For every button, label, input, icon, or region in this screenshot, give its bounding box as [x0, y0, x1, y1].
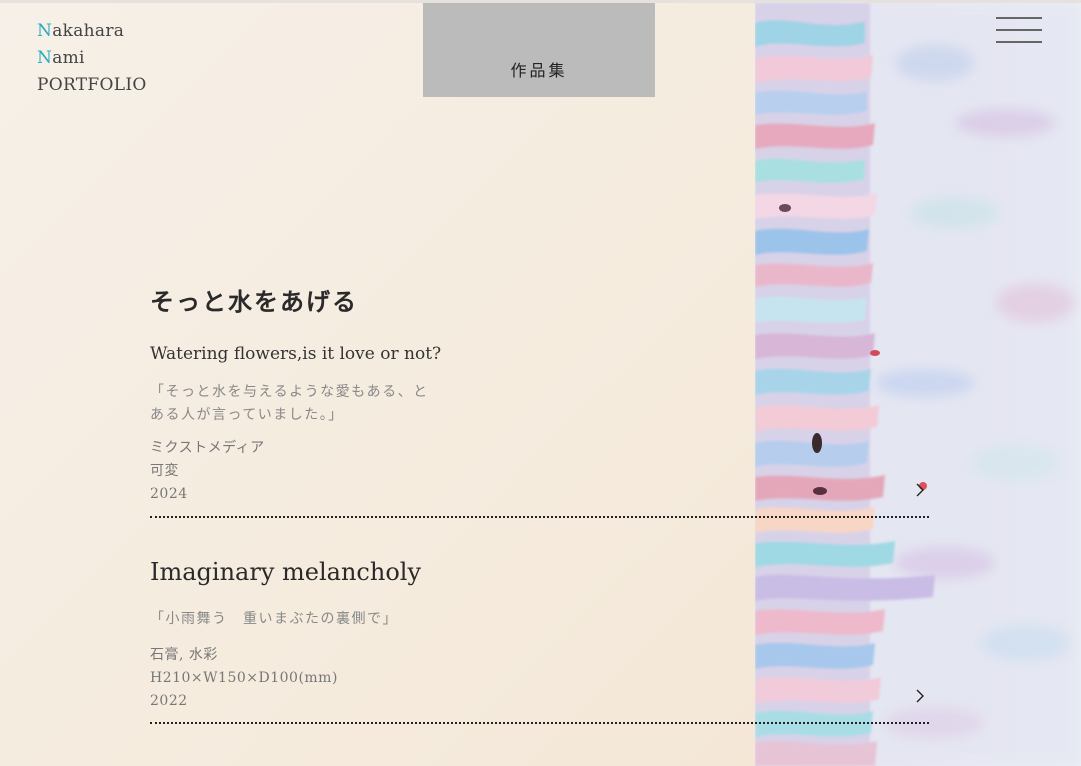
- hamburger-bar-bottom: [996, 41, 1042, 43]
- logo-line-name-2: Nami: [37, 48, 85, 68]
- logo-line-portfolio: PORTFOLIO: [37, 75, 147, 95]
- hamburger-menu-icon[interactable]: [996, 17, 1042, 43]
- hamburger-bar-middle: [996, 29, 1042, 31]
- work-divider: [150, 516, 929, 518]
- work-size: H210×W150×D100(mm): [150, 670, 338, 686]
- logo-line-name-1: Nakahara: [37, 21, 125, 41]
- hamburger-bar-top: [996, 17, 1042, 19]
- work-divider: [150, 722, 929, 724]
- work-item[interactable]: Imaginary melancholy 「小雨舞う 重いまぶたの裏側で」 石膏…: [150, 558, 929, 724]
- work-year: 2024: [150, 486, 188, 502]
- chevron-right-icon[interactable]: [915, 688, 925, 704]
- work-quote: 「小雨舞う 重いまぶたの裏側で」: [150, 611, 398, 627]
- work-title: Imaginary melancholy: [150, 558, 421, 586]
- work-quote: 「そっと水を与えるような愛もある、とある人が言っていました。」: [150, 384, 429, 423]
- work-meta: ミクストメディア 可変 2024: [150, 437, 265, 506]
- work-item[interactable]: そっと水をあげる Watering flowers,is it love or …: [150, 282, 929, 518]
- work-size: 可変: [150, 463, 179, 479]
- work-title: そっと水をあげる: [150, 287, 358, 316]
- chevron-right-icon[interactable]: [915, 482, 925, 498]
- work-subtitle: Watering flowers,is it love or not?: [150, 344, 442, 364]
- site-logo[interactable]: Nakahara Nami PORTFOLIO: [37, 18, 147, 99]
- work-medium: 石膏, 水彩: [150, 647, 218, 663]
- work-meta: 石膏, 水彩 H210×W150×D100(mm) 2022: [150, 644, 338, 713]
- nav-tab-works[interactable]: 作品集: [423, 3, 655, 97]
- work-year: 2022: [150, 693, 188, 709]
- work-medium: ミクストメディア: [150, 440, 265, 456]
